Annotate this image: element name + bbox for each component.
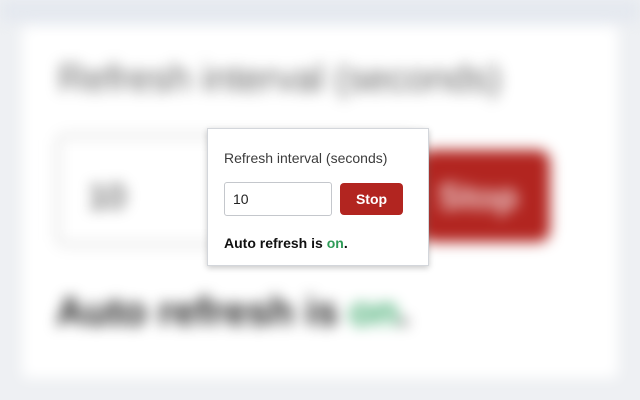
auto-refresh-status: Auto refresh is on. [224, 235, 348, 251]
background-status-prefix: Auto refresh is [56, 290, 350, 334]
stop-button[interactable]: Stop [340, 183, 403, 215]
background-stop-label: Stop [438, 176, 518, 217]
auto-refresh-popup: Refresh interval (seconds) Stop Auto ref… [207, 128, 429, 266]
background-top-bar [0, 0, 640, 22]
refresh-interval-label: Refresh interval (seconds) [224, 150, 388, 166]
background-status-state: on [349, 290, 399, 334]
status-suffix: . [343, 235, 348, 251]
background-input-value: 10 [88, 178, 126, 216]
background-title: Refresh interval (seconds) [58, 58, 502, 100]
background-stop-button [420, 150, 550, 242]
refresh-interval-input[interactable] [224, 182, 332, 216]
status-prefix: Auto refresh is [224, 235, 327, 251]
background-status-suffix: . [398, 290, 410, 334]
background-status-text: Auto refresh is on. [56, 290, 409, 335]
status-state: on [326, 235, 344, 251]
